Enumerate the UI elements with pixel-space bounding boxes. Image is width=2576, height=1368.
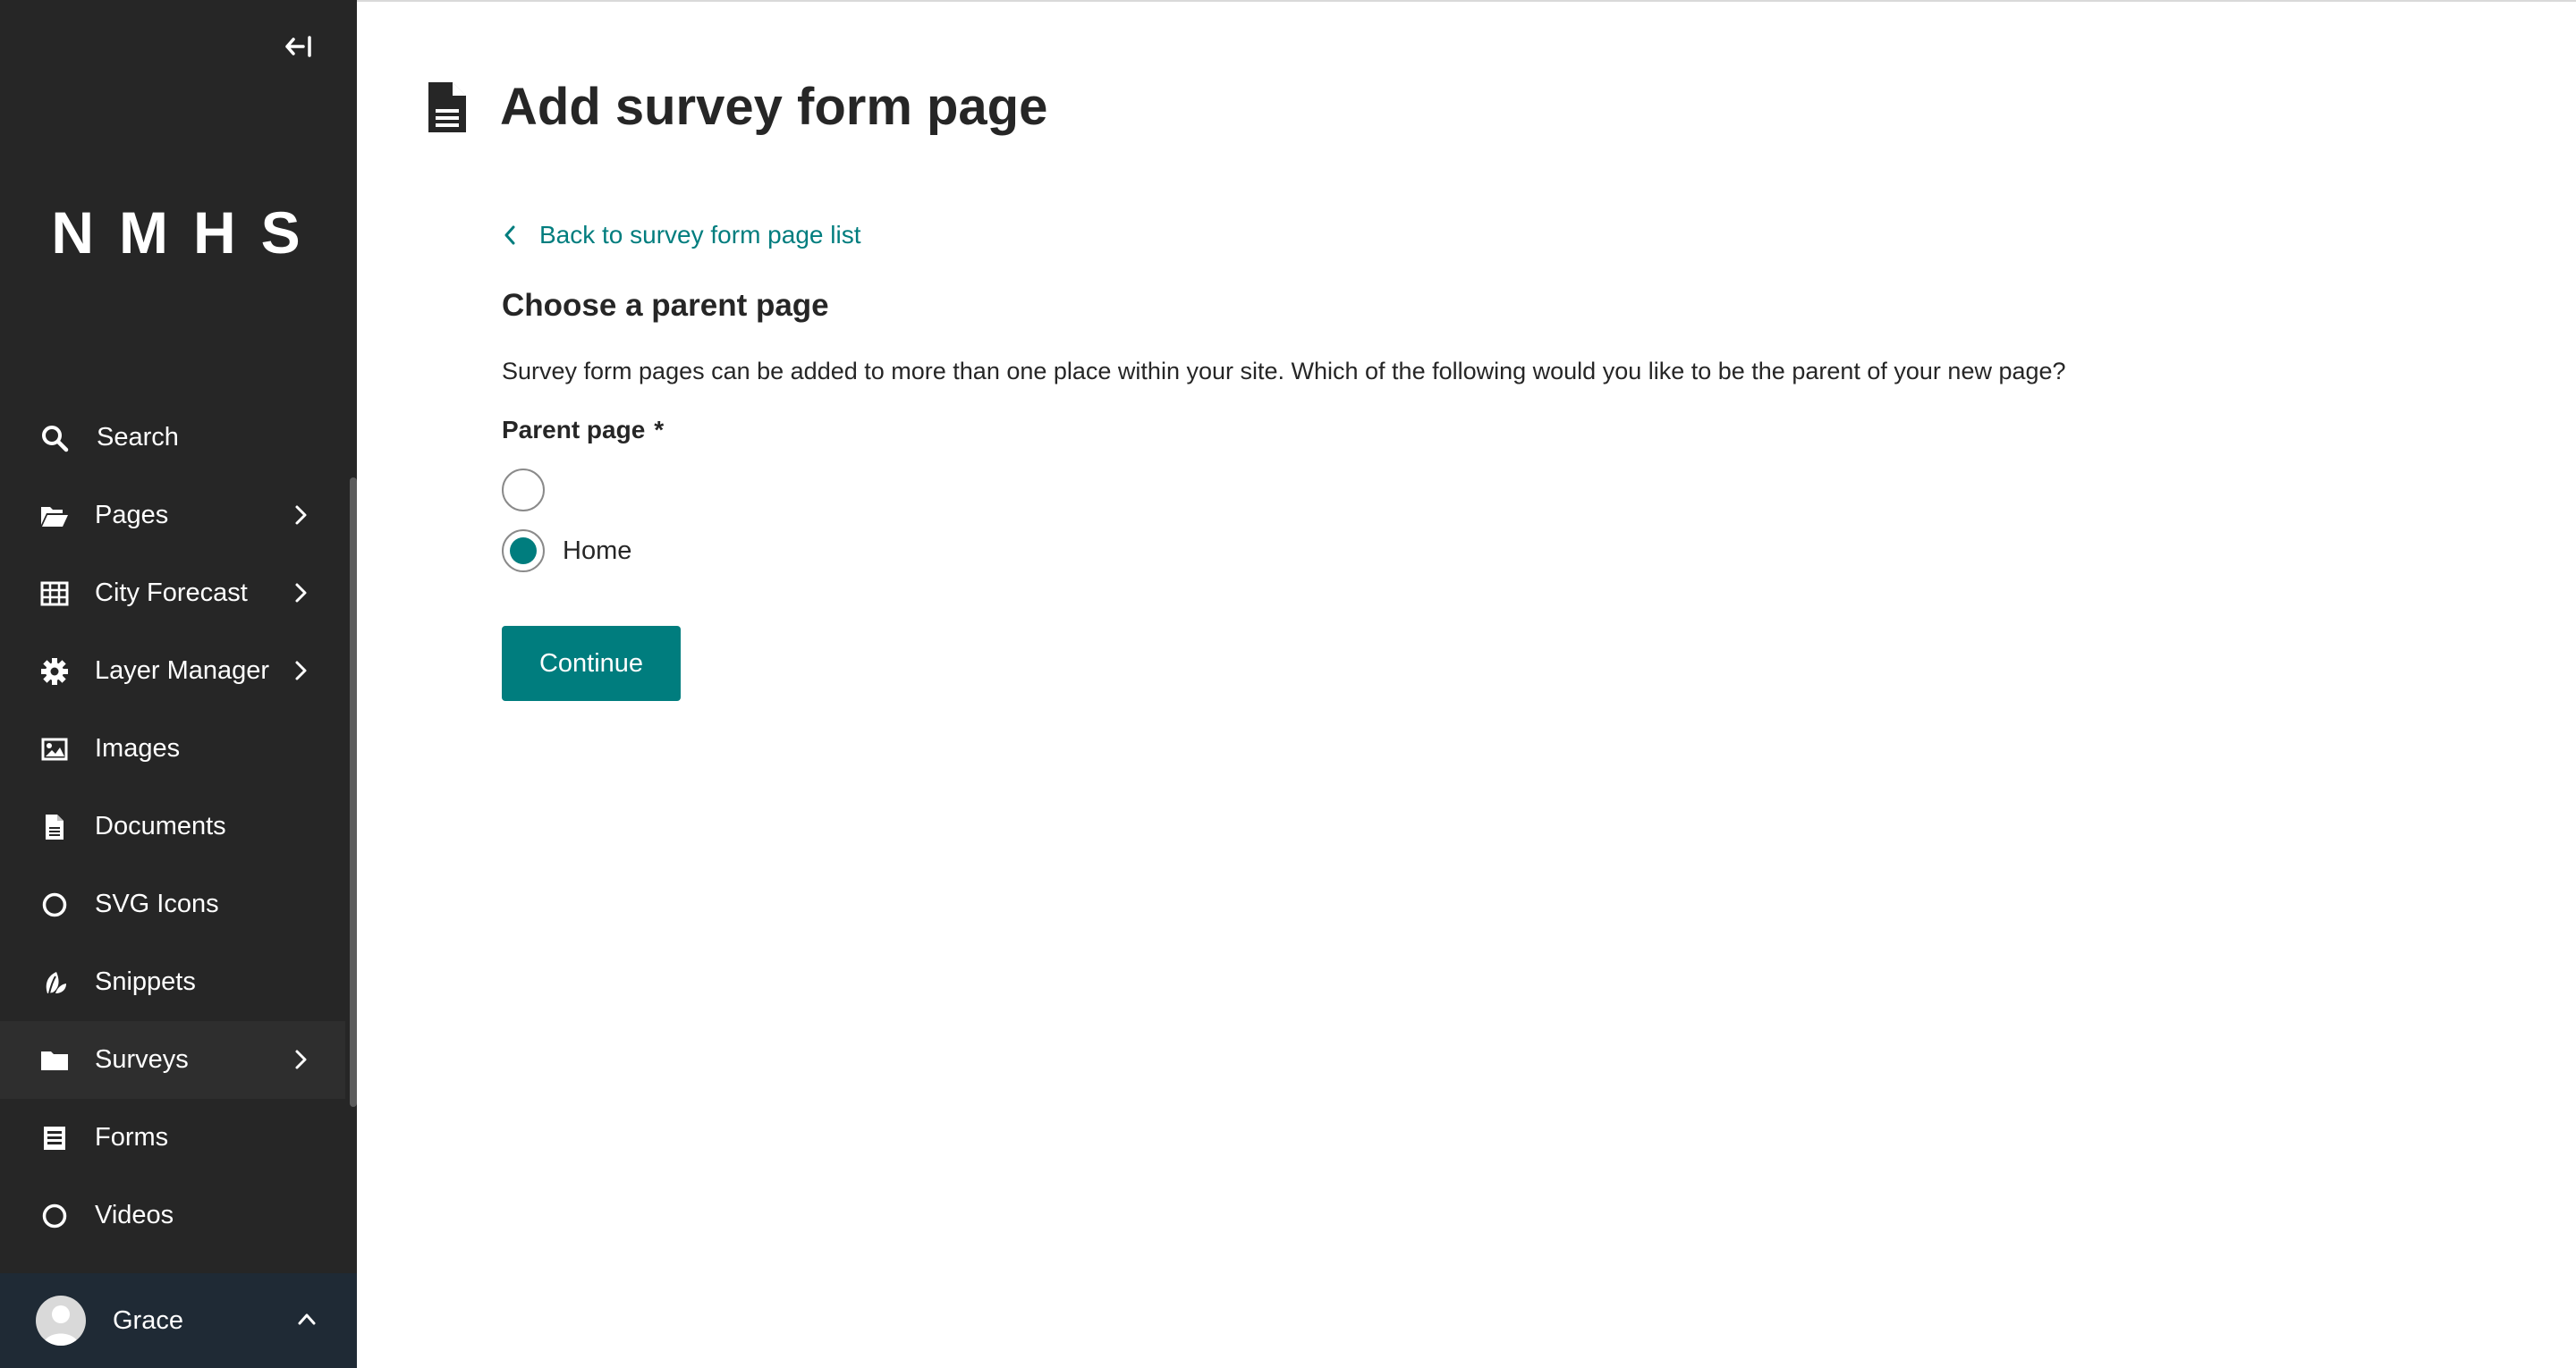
document-icon bbox=[39, 812, 70, 842]
sidebar-item-label: Videos bbox=[95, 1201, 174, 1229]
table-icon bbox=[39, 578, 70, 609]
sidebar-item-layer-manager[interactable]: Layer Manager bbox=[0, 632, 345, 710]
parent-page-label: Parent page * bbox=[502, 416, 664, 444]
circle-icon bbox=[39, 890, 70, 920]
sidebar-item-snippets[interactable]: Snippets bbox=[0, 943, 345, 1021]
radio-label: Home bbox=[563, 536, 632, 565]
page-header: Add survey form page bbox=[427, 77, 1047, 137]
gear-icon bbox=[39, 656, 70, 687]
sidebar-item-city-forecast[interactable]: City Forecast bbox=[0, 554, 345, 632]
sidebar-item-videos[interactable]: Videos bbox=[0, 1177, 345, 1254]
parent-option-unnamed[interactable] bbox=[502, 469, 563, 511]
folder-open-icon bbox=[39, 501, 70, 531]
radio-selected[interactable] bbox=[502, 529, 545, 572]
sidebar-scrollbar[interactable] bbox=[350, 477, 357, 1107]
chevron-left-icon bbox=[504, 225, 515, 245]
sidebar-item-label: Images bbox=[95, 734, 181, 763]
back-to-list-link[interactable]: Back to survey form page list bbox=[502, 221, 860, 249]
chevron-right-icon bbox=[295, 505, 307, 525]
sidebar: NMHS Search Pages City Forecast Layer Ma… bbox=[0, 0, 357, 1368]
section-title: Choose a parent page bbox=[502, 288, 829, 323]
collapse-arrow-icon bbox=[285, 36, 311, 57]
account-name: Grace bbox=[113, 1305, 183, 1335]
sidebar-item-svg-icons[interactable]: SVG Icons bbox=[0, 866, 345, 943]
circle-icon bbox=[39, 1201, 70, 1231]
chevron-right-icon bbox=[295, 583, 307, 603]
help-text: Survey form pages can be added to more t… bbox=[502, 358, 2066, 384]
continue-button[interactable]: Continue bbox=[502, 626, 681, 701]
folder-icon bbox=[39, 1045, 70, 1076]
sidebar-item-surveys[interactable]: Surveys bbox=[0, 1021, 345, 1099]
sidebar-item-label: SVG Icons bbox=[95, 890, 219, 918]
sidebar-item-label: Forms bbox=[95, 1123, 169, 1152]
sidebar-item-label: Layer Manager bbox=[95, 656, 270, 685]
sidebar-item-forms[interactable]: Forms bbox=[0, 1099, 345, 1177]
chevron-up-icon bbox=[298, 1313, 316, 1325]
app: NMHS Search Pages City Forecast Layer Ma… bbox=[0, 0, 2576, 1368]
back-link-label: Back to survey form page list bbox=[539, 221, 861, 249]
sidebar-item-label: Documents bbox=[95, 812, 226, 840]
sidebar-item-label: Search bbox=[97, 423, 179, 452]
sidebar-item-search[interactable]: Search bbox=[0, 399, 345, 477]
main-content: Add survey form page Back to survey form… bbox=[357, 0, 2576, 1368]
form-icon bbox=[39, 1123, 70, 1153]
sidebar-item-label: Surveys bbox=[95, 1045, 189, 1074]
user-avatar-icon bbox=[43, 1305, 79, 1346]
collapse-sidebar-button[interactable] bbox=[275, 27, 322, 66]
page-title: Add survey form page bbox=[500, 78, 1048, 136]
leaf-icon bbox=[39, 967, 70, 998]
radio-dot bbox=[510, 537, 537, 564]
chevron-right-icon bbox=[295, 1050, 307, 1069]
search-icon bbox=[39, 423, 70, 453]
main-menu: Search Pages City Forecast Layer Manager… bbox=[0, 399, 345, 1254]
site-logo[interactable]: NMHS bbox=[0, 198, 357, 266]
image-icon bbox=[39, 734, 70, 764]
required-marker: * bbox=[654, 416, 665, 443]
sidebar-item-label: City Forecast bbox=[95, 578, 248, 607]
parent-option-home[interactable]: Home bbox=[502, 529, 631, 572]
sidebar-item-label: Snippets bbox=[95, 967, 196, 996]
avatar bbox=[36, 1296, 86, 1346]
document-icon bbox=[428, 81, 466, 132]
field-label-text: Parent page bbox=[502, 416, 646, 443]
radio-unselected[interactable] bbox=[502, 469, 545, 511]
account-menu[interactable]: Grace bbox=[0, 1273, 357, 1368]
chevron-right-icon bbox=[295, 661, 307, 680]
sidebar-item-documents[interactable]: Documents bbox=[0, 788, 345, 866]
sidebar-item-label: Pages bbox=[95, 501, 169, 529]
sidebar-item-images[interactable]: Images bbox=[0, 710, 345, 788]
sidebar-item-pages[interactable]: Pages bbox=[0, 477, 345, 554]
